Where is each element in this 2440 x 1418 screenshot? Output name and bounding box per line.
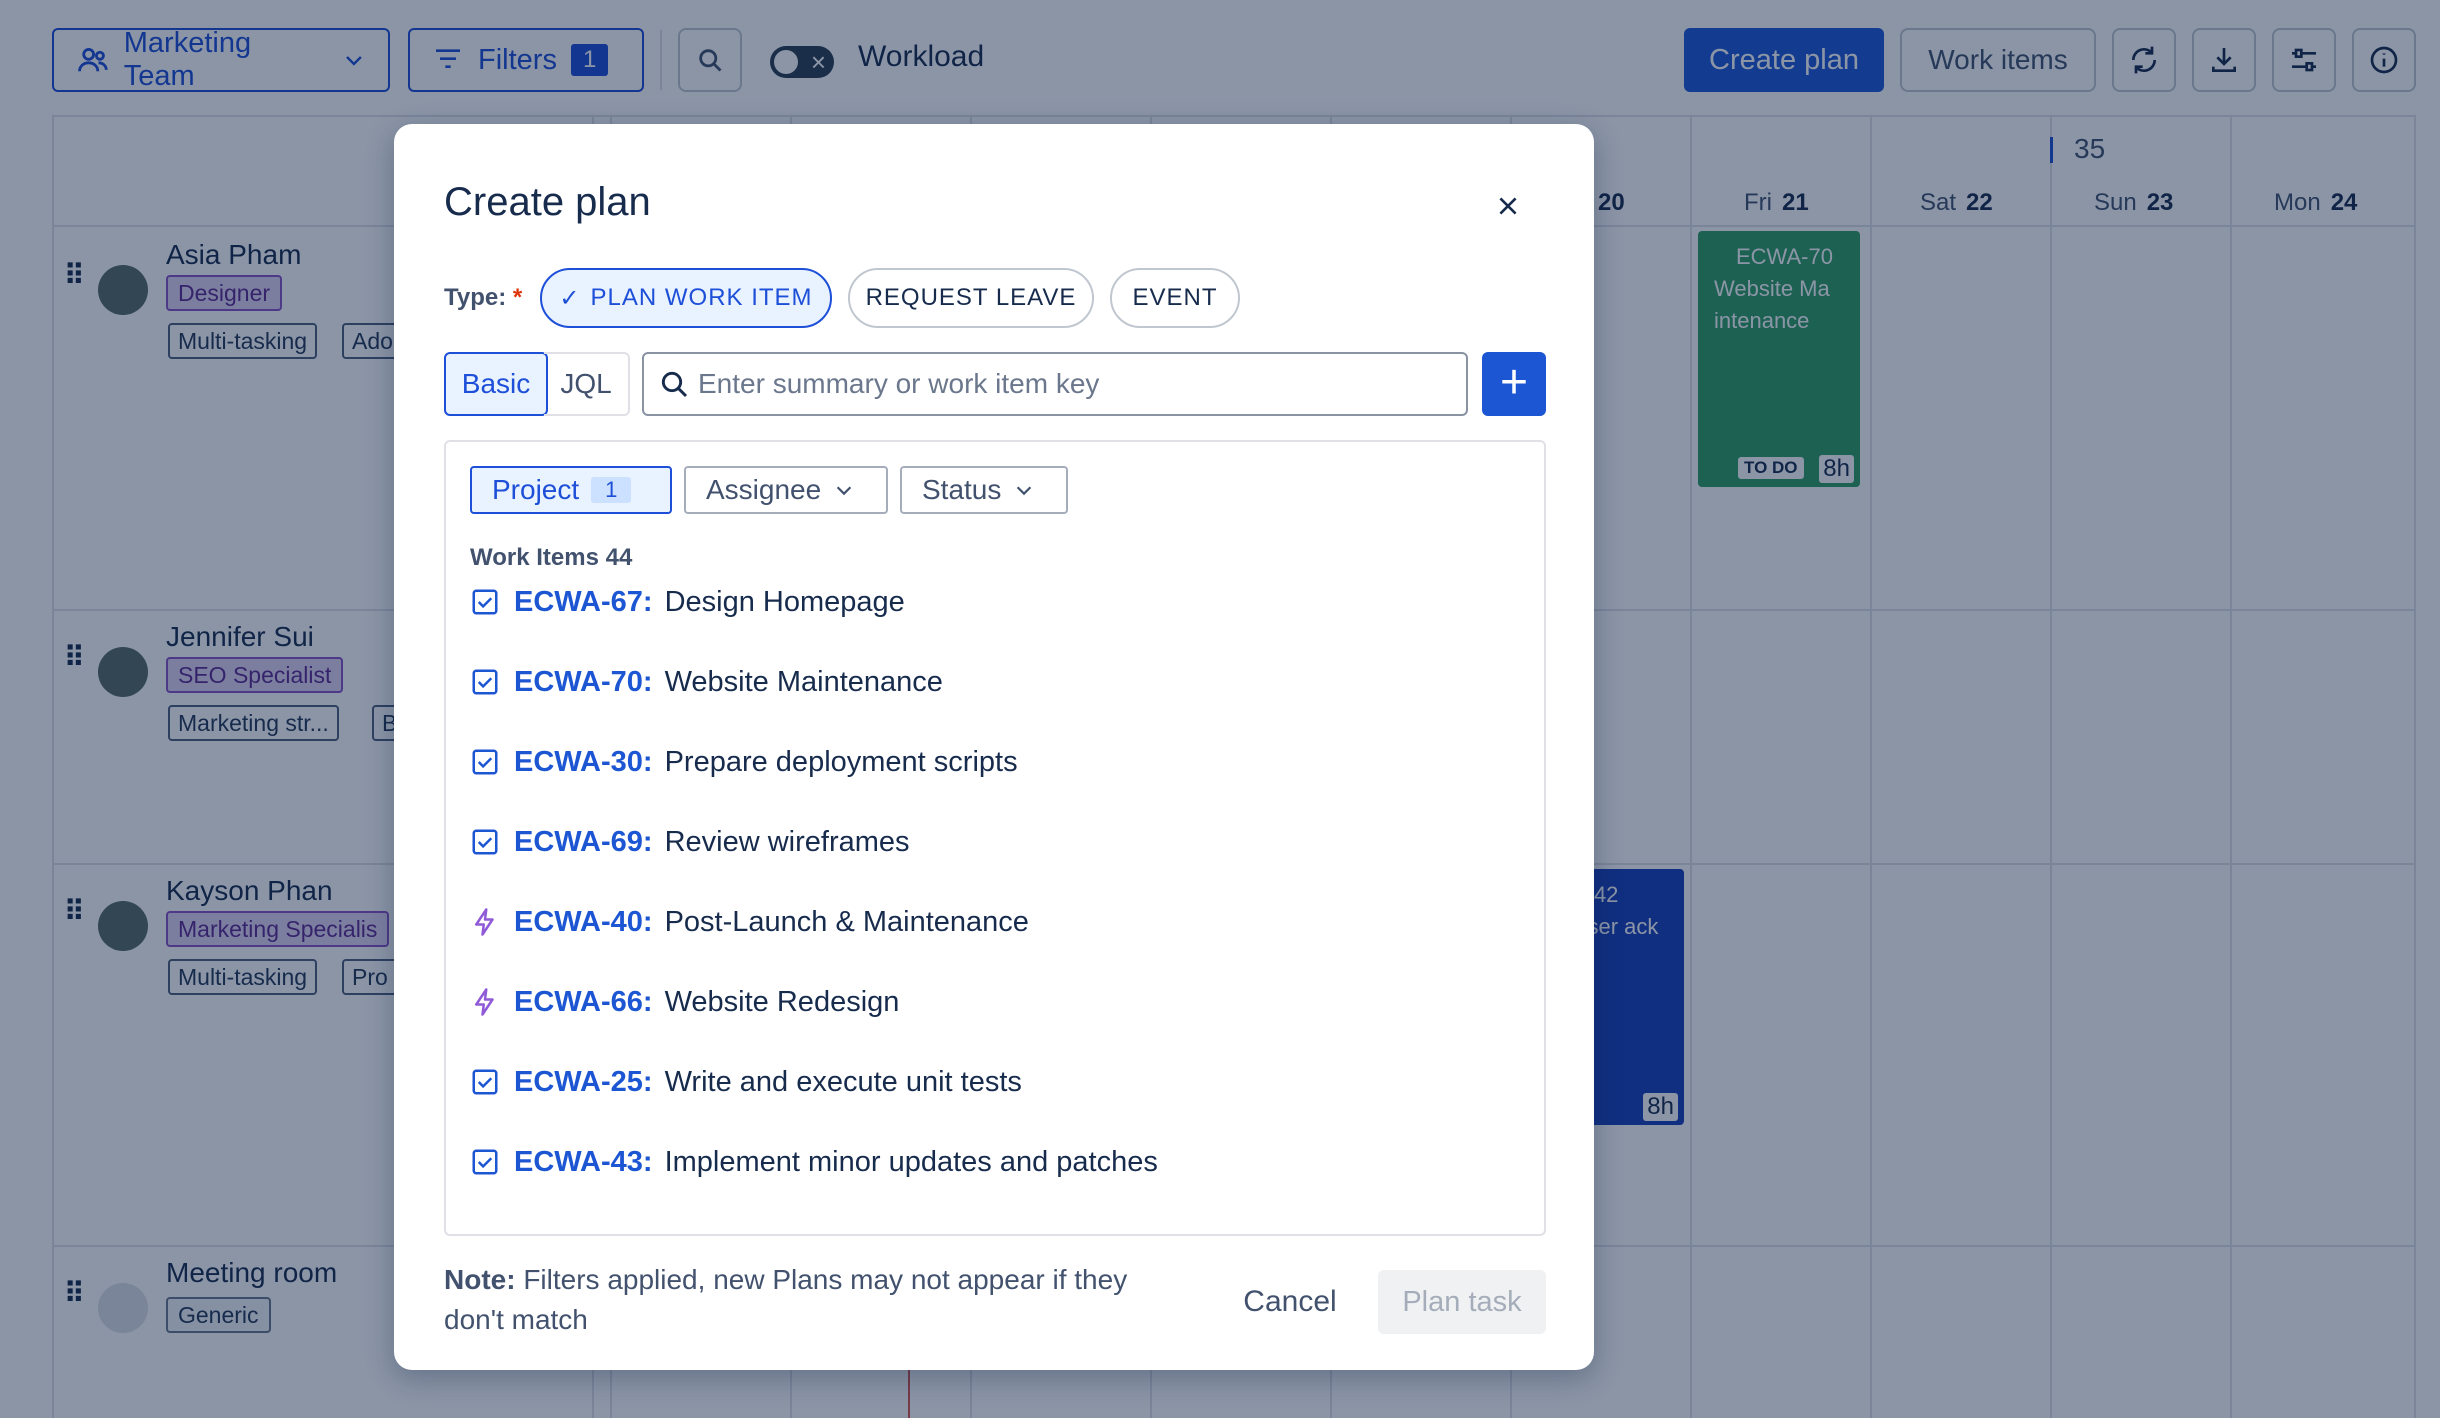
work-item-row[interactable]: ECWA-70: Website Maintenance <box>470 658 943 706</box>
work-items-panel: Project 1 Assignee Status Work Items 44 … <box>444 440 1546 1236</box>
task-check-icon <box>472 829 498 855</box>
add-work-item-button[interactable]: + <box>1482 352 1546 416</box>
work-item-title: Website Maintenance <box>664 665 943 698</box>
work-item-title: Implement minor updates and patches <box>664 1145 1158 1178</box>
work-item-title: Website Redesign <box>664 985 900 1018</box>
work-items-count-heading: Work Items 44 <box>470 544 633 571</box>
epic-lightning-icon <box>475 908 494 936</box>
work-item-search[interactable] <box>642 352 1468 416</box>
project-filter-count: 1 <box>591 477 632 503</box>
work-item-key: ECWA-25: <box>514 1065 653 1098</box>
work-item-row[interactable]: ECWA-43: Implement minor updates and pat… <box>470 1138 1158 1186</box>
work-item-search-input[interactable] <box>698 360 1458 408</box>
project-filter-label: Project <box>492 474 580 505</box>
work-item-key: ECWA-30: <box>514 745 653 778</box>
search-mode-basic-tab[interactable]: Basic <box>444 352 548 416</box>
type-option-label: PLAN WORK ITEM <box>590 284 813 311</box>
work-item-row[interactable]: ECWA-67: Design Homepage <box>470 578 905 626</box>
create-plan-dialog: Create plan Type: * ✓ PLAN WORK ITEM REQ… <box>394 124 1594 1370</box>
chevron-down-icon <box>836 486 852 496</box>
work-item-title: Post-Launch & Maintenance <box>664 905 1029 938</box>
work-item-row[interactable]: ECWA-66: Website Redesign <box>470 978 899 1026</box>
note-label: Note: <box>444 1264 516 1295</box>
check-icon: ✓ <box>559 284 581 312</box>
type-plan-work-item[interactable]: ✓ PLAN WORK ITEM <box>540 268 832 328</box>
dialog-title: Create plan <box>444 180 651 224</box>
work-item-key: ECWA-69: <box>514 825 653 858</box>
work-item-title: Design Homepage <box>664 585 905 618</box>
assignee-filter-dropdown[interactable]: Assignee <box>684 466 888 514</box>
work-item-key: ECWA-40: <box>514 905 653 938</box>
work-item-title: Write and execute unit tests <box>664 1065 1022 1098</box>
type-label: Type: * <box>444 284 523 311</box>
task-check-icon <box>472 1069 498 1095</box>
work-item-key: ECWA-43: <box>514 1145 653 1178</box>
type-request-leave[interactable]: REQUEST LEAVE <box>848 268 1094 328</box>
work-item-title: Prepare deployment scripts <box>664 745 1018 778</box>
status-filter-dropdown[interactable]: Status <box>900 466 1068 514</box>
task-check-icon <box>472 749 498 775</box>
work-item-row[interactable]: ECWA-69: Review wireframes <box>470 818 910 866</box>
epic-lightning-icon <box>475 988 494 1016</box>
status-filter-label: Status <box>922 474 1002 505</box>
assignee-filter-label: Assignee <box>706 474 822 505</box>
cancel-button[interactable]: Cancel <box>1216 1270 1364 1334</box>
note-text: Filters applied, new Plans may not appea… <box>444 1264 1128 1335</box>
type-event[interactable]: EVENT <box>1110 268 1240 328</box>
work-item-title: Review wireframes <box>664 825 910 858</box>
search-icon <box>661 371 688 398</box>
filter-note: Note: Filters applied, new Plans may not… <box>444 1260 1184 1340</box>
work-item-key: ECWA-70: <box>514 665 653 698</box>
chevron-down-icon <box>1017 486 1032 496</box>
work-item-key: ECWA-67: <box>514 585 653 618</box>
work-item-key: ECWA-66: <box>514 985 653 1018</box>
plan-task-button[interactable]: Plan task <box>1378 1270 1546 1334</box>
task-check-icon <box>472 669 498 695</box>
search-mode-jql-tab[interactable]: JQL <box>544 352 630 416</box>
project-filter-chip[interactable]: Project 1 <box>470 466 672 514</box>
task-check-icon <box>472 1149 498 1175</box>
work-item-row[interactable]: ECWA-30: Prepare deployment scripts <box>470 738 1018 786</box>
close-icon[interactable] <box>1488 186 1528 226</box>
work-item-row[interactable]: ECWA-25: Write and execute unit tests <box>470 1058 1022 1106</box>
work-item-row[interactable]: ECWA-40: Post-Launch & Maintenance <box>470 898 1029 946</box>
task-check-icon <box>472 589 498 615</box>
